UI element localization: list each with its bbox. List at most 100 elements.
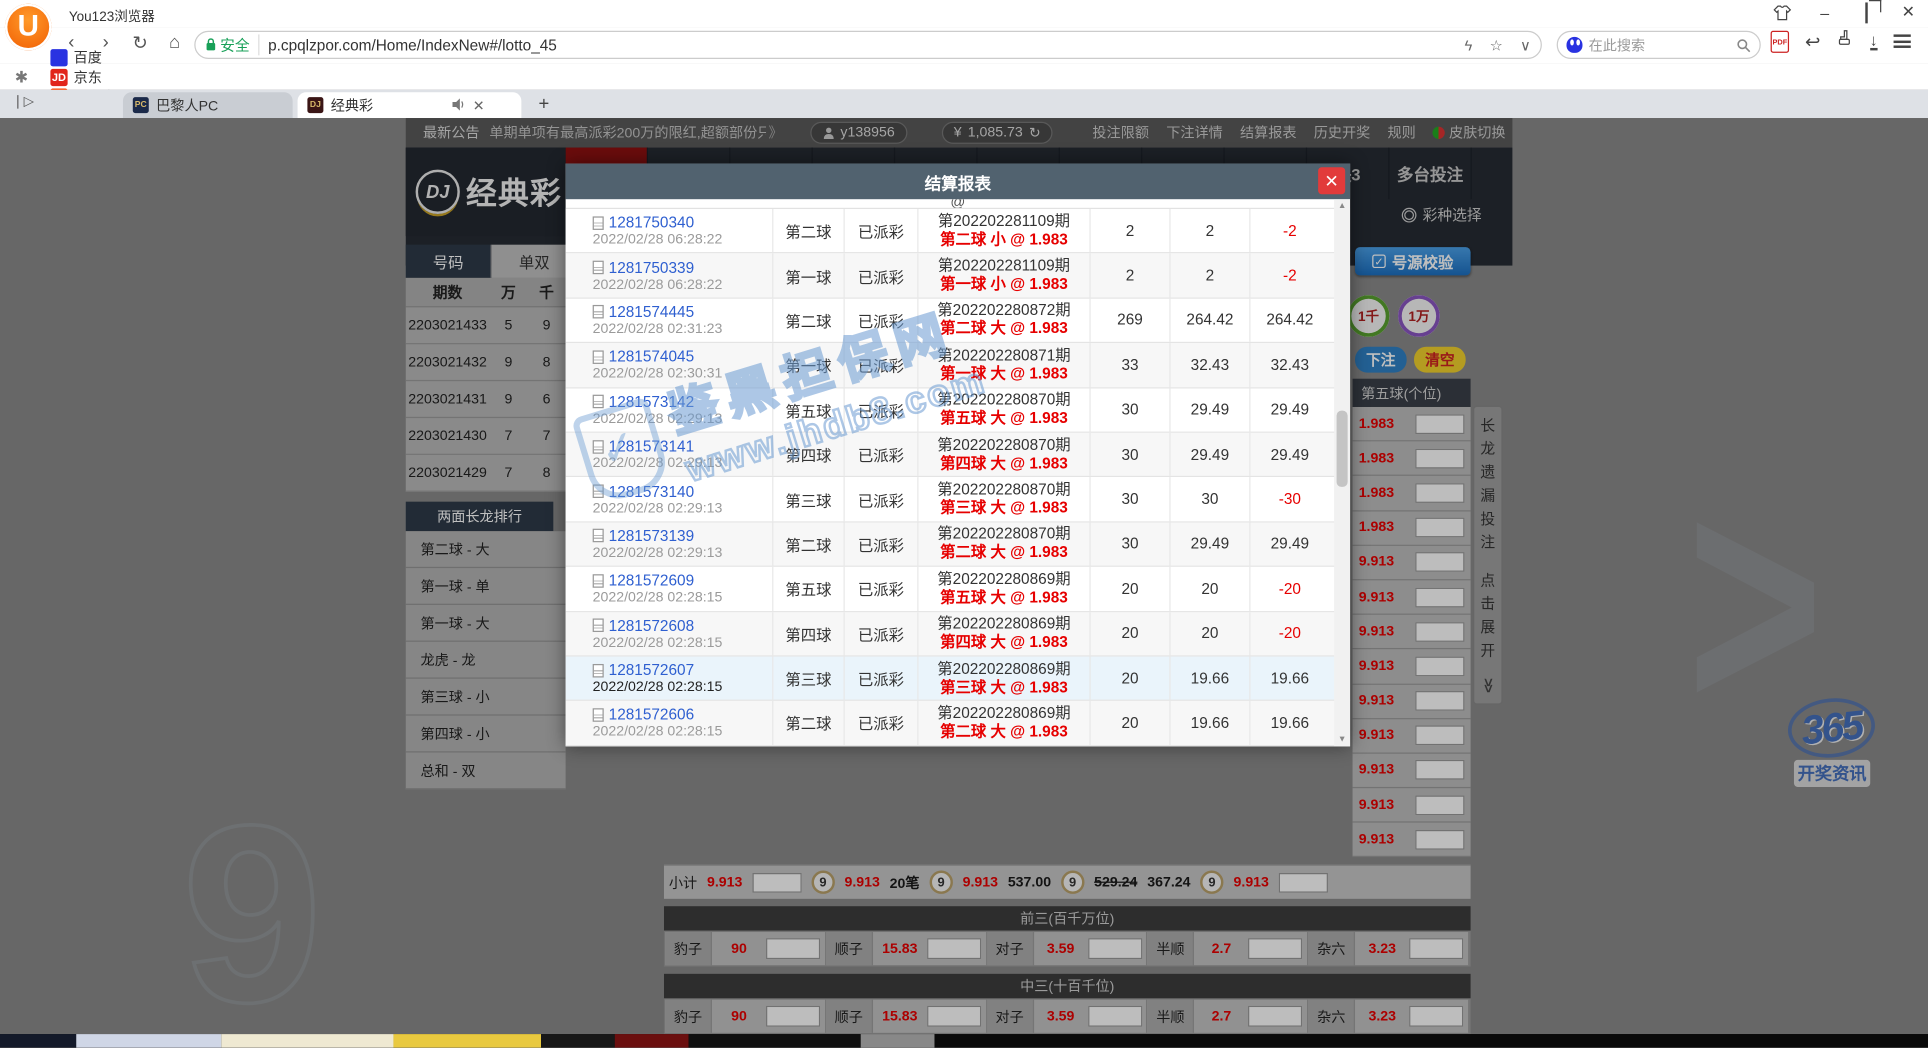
settlement-row[interactable]: 1281572608 2022/02/28 02:28:15 第四球 已派彩 第…	[566, 612, 1350, 657]
ball-cell: 第二球	[772, 701, 843, 745]
apps-icon[interactable]: ✱	[15, 67, 28, 87]
clipped-row: @	[566, 199, 1350, 209]
settlement-row[interactable]: 1281750340 2022/02/28 06:28:22 第二球 已派彩 第…	[566, 209, 1350, 254]
pick-and-odds: 第四球 大 @ 1.983	[940, 633, 1068, 651]
dropdown-chevron-icon[interactable]: ∨	[1520, 36, 1531, 53]
payout-cell: 30	[1169, 478, 1249, 522]
settlement-row[interactable]: 1281573139 2022/02/28 02:29:13 第二球 已派彩 第…	[566, 522, 1350, 567]
bookmark-star-icon[interactable]: ☆	[1490, 36, 1503, 53]
reload-icon[interactable]: ↻	[128, 32, 153, 54]
order-id-link[interactable]: 1281574445	[609, 304, 694, 321]
pick-and-odds: 第二球 大 @ 1.983	[940, 723, 1068, 741]
status-cell: 已派彩	[843, 522, 917, 566]
profit-cell: -30	[1249, 478, 1329, 522]
order-id-link[interactable]: 1281750340	[609, 214, 694, 231]
amount-cell: 20	[1089, 701, 1169, 745]
undo-icon[interactable]: ↩	[1805, 30, 1820, 52]
speaker-icon[interactable]	[452, 98, 466, 110]
order-id-link[interactable]: 1281572607	[609, 662, 694, 679]
content-cell: 第202202280871期 第一球 大 @ 1.983	[917, 343, 1089, 387]
status-cell: 已派彩	[843, 433, 917, 477]
settlement-row[interactable]: 1281572606 2022/02/28 02:28:15 第二球 已派彩 第…	[566, 701, 1350, 746]
search-box[interactable]: 在此搜索	[1557, 31, 1761, 59]
order-id-link[interactable]: 1281750339	[609, 259, 694, 276]
pick-and-odds: 第二球 大 @ 1.983	[940, 544, 1068, 562]
content-cell: 第202202280869期 第五球 大 @ 1.983	[917, 567, 1089, 611]
ball-cell: 第一球	[772, 343, 843, 387]
download-icon[interactable]: ↓	[1870, 33, 1878, 50]
browser-tab[interactable]: PC 巴黎人PC	[123, 92, 293, 118]
settlement-row[interactable]: 1281572607 2022/02/28 02:28:15 第三球 已派彩 第…	[566, 656, 1350, 701]
document-icon	[593, 261, 604, 275]
browser-tab[interactable]: DJ 经典彩 ✕	[298, 92, 522, 118]
payout-cell: 19.66	[1169, 656, 1249, 700]
restore-button[interactable]	[1857, 3, 1877, 21]
pdf-icon[interactable]: PDF	[1771, 30, 1789, 52]
modal-scrollbar[interactable]: ▲ ▼	[1334, 199, 1350, 746]
order-id-link[interactable]: 1281574045	[609, 348, 694, 365]
pick-and-odds: 第四球 大 @ 1.983	[940, 455, 1068, 473]
address-bar[interactable]: 安全 p.cpqlzpor.com/Home/IndexNew#/lotto_4…	[194, 31, 1542, 59]
bookmark-item[interactable]: JD 京东	[50, 67, 116, 87]
issue-number: 第202202280870期	[937, 391, 1070, 409]
clean-brush-icon[interactable]	[1836, 30, 1853, 53]
amount-cell: 20	[1089, 656, 1169, 700]
settlement-row[interactable]: 1281573141 2022/02/28 02:29:13 第四球 已派彩 第…	[566, 433, 1350, 478]
settlement-row[interactable]: 1281572609 2022/02/28 02:28:15 第五球 已派彩 第…	[566, 567, 1350, 612]
order-time: 2022/02/28 06:28:22	[593, 277, 773, 292]
order-id-link[interactable]: 1281573141	[609, 438, 694, 455]
issue-number: 第202202280869期	[937, 615, 1070, 633]
browser-titlebar	[0, 0, 1928, 27]
tab-label: 经典彩	[331, 95, 373, 115]
search-placeholder: 在此搜索	[1589, 35, 1730, 55]
profit-cell: 19.66	[1249, 701, 1329, 745]
tab-sidebar-icon[interactable]: ❘▷	[12, 93, 34, 109]
settlement-row[interactable]: 1281574045 2022/02/28 02:30:31 第一球 已派彩 第…	[566, 343, 1350, 388]
payout-cell: 20	[1169, 612, 1249, 656]
payout-cell: 29.49	[1169, 388, 1249, 432]
flash-icon[interactable]: ϟ	[1465, 36, 1473, 53]
modal-close-button[interactable]: ✕	[1318, 167, 1345, 194]
new-tab-button[interactable]: +	[539, 93, 550, 114]
pick-and-odds: 第一球 小 @ 1.983	[940, 276, 1068, 294]
status-cell: 已派彩	[843, 388, 917, 432]
lock-icon	[205, 38, 216, 52]
close-button[interactable]: ✕	[1898, 2, 1918, 22]
payout-cell: 20	[1169, 567, 1249, 611]
issue-number: 第202202280872期	[937, 302, 1070, 320]
home-icon[interactable]: ⌂	[162, 32, 187, 53]
document-icon	[593, 619, 604, 633]
settlement-row[interactable]: 1281573140 2022/02/28 02:29:13 第三球 已派彩 第…	[566, 478, 1350, 523]
pick-and-odds: 第五球 大 @ 1.983	[940, 589, 1068, 607]
bookmark-favicon	[50, 49, 67, 66]
issue-number: 第202202280870期	[937, 526, 1070, 544]
settlement-row[interactable]: 1281574445 2022/02/28 02:31:23 第二球 已派彩 第…	[566, 299, 1350, 344]
content-cell: 第202202280870期 第五球 大 @ 1.983	[917, 388, 1089, 432]
os-taskbar[interactable]	[0, 1034, 1928, 1048]
url-text[interactable]: p.cpqlzpor.com/Home/IndexNew#/lotto_45	[268, 36, 1464, 53]
scroll-up-icon[interactable]: ▲	[1338, 202, 1347, 211]
payout-cell: 19.66	[1169, 701, 1249, 745]
pick-and-odds: 第三球 大 @ 1.983	[940, 678, 1068, 696]
screenshot-stage: U You123浏览器 – ✕ ‹ › ↻ ⌂ 安全 p.cpqlzpor.co…	[0, 0, 1928, 1048]
tab-close-icon[interactable]: ✕	[473, 99, 485, 114]
settlement-row[interactable]: 1281750339 2022/02/28 06:28:22 第一球 已派彩 第…	[566, 254, 1350, 299]
order-id-link[interactable]: 1281572606	[609, 706, 694, 723]
order-id-link[interactable]: 1281573142	[609, 393, 694, 410]
order-id-link[interactable]: 1281573140	[609, 483, 694, 500]
bookmark-item[interactable]: 百度	[50, 47, 116, 67]
skin-shirt-icon[interactable]	[1773, 4, 1793, 20]
settlement-row[interactable]: 1281573142 2022/02/28 02:29:13 第五球 已派彩 第…	[566, 388, 1350, 433]
order-id-link[interactable]: 1281573139	[609, 527, 694, 544]
order-time: 2022/02/28 02:29:13	[593, 412, 773, 427]
status-cell: 已派彩	[843, 567, 917, 611]
tab-favicon: PC	[133, 97, 149, 113]
menu-icon[interactable]	[1894, 34, 1911, 48]
scroll-thumb[interactable]	[1337, 411, 1348, 487]
issue-number: 第202202280869期	[937, 570, 1070, 588]
search-icon[interactable]	[1736, 38, 1751, 53]
order-id-link[interactable]: 1281572609	[609, 572, 694, 589]
order-id-link[interactable]: 1281572608	[609, 617, 694, 634]
minimize-button[interactable]: –	[1815, 3, 1835, 21]
scroll-down-icon[interactable]: ▼	[1338, 735, 1347, 744]
